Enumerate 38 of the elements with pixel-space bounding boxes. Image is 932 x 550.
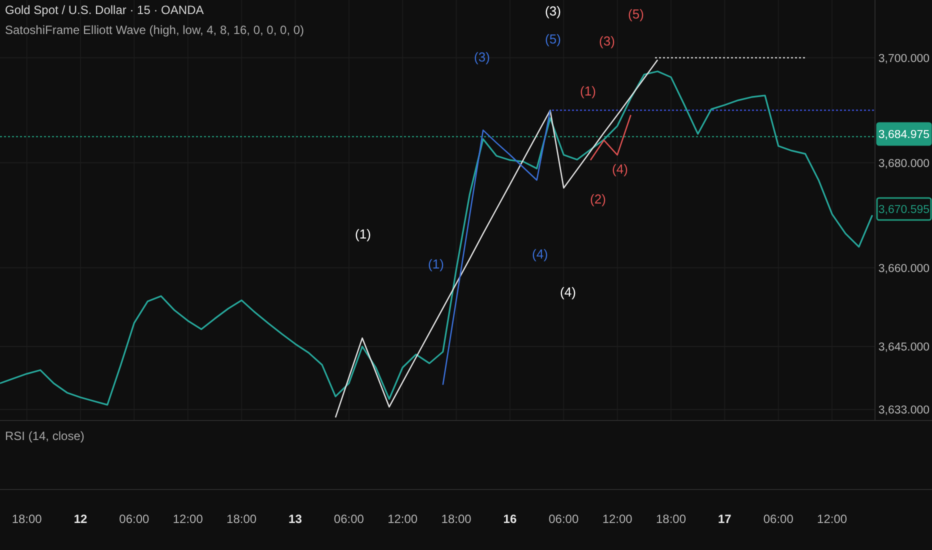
wave-label: (3) [599,33,615,48]
time-axis-label: 18:00 [441,511,472,528]
rsi-title: RSI (14, close) [5,429,84,443]
price-axis-label: 3,633.000 [878,404,930,417]
time-axis-label: 06:00 [763,511,794,528]
wave-label: (1) [355,226,371,242]
indicator-title: SatoshiFrame Elliott Wave (high, low, 4, 8, 16, 0, 0, 0, 0) [5,22,304,39]
time-axis-label: 12 [74,511,88,528]
time-axis-label: 06:00 [548,511,579,528]
time-axis-label: 18:00 [656,511,686,528]
time-axis-label: 06:00 [334,511,364,528]
wave-label: (1) [428,256,444,272]
wave-label: (4) [532,246,548,262]
price-badge: 3,684.975 [876,122,932,146]
price-badge: 3,670.595 [876,197,932,221]
wave-label: (3) [545,3,561,18]
wave-label: (1) [580,83,596,98]
time-axis-label: 12:00 [388,511,418,528]
time-axis-label: 12:00 [817,511,848,528]
time-axis-label: 18:00 [12,511,42,528]
wave-label: (2) [590,191,606,206]
wave-label: (4) [560,284,576,300]
time-axis-label: 12:00 [602,511,632,528]
price-axis-label: 3,700.000 [878,52,930,65]
time-axis-label: 17 [718,511,732,528]
wave-label: (5) [628,6,644,22]
wave-label: (4) [612,161,628,176]
symbol-title: Gold Spot / U.S. Dollar · 15 · OANDA [5,2,205,19]
time-axis-label: 18:00 [226,511,257,528]
wave-label: (3) [474,49,490,64]
price-axis-label: 3,645.000 [878,342,930,354]
time-axis-label: 06:00 [119,511,150,528]
price-axis-label: 3,660.000 [878,262,930,275]
time-axis-label: 13 [288,511,302,528]
time-axis-label: 12:00 [172,511,203,528]
price-axis-label: 3,680.000 [878,158,930,170]
wave-label: (5) [545,31,561,46]
time-axis-label: 16 [503,511,517,528]
